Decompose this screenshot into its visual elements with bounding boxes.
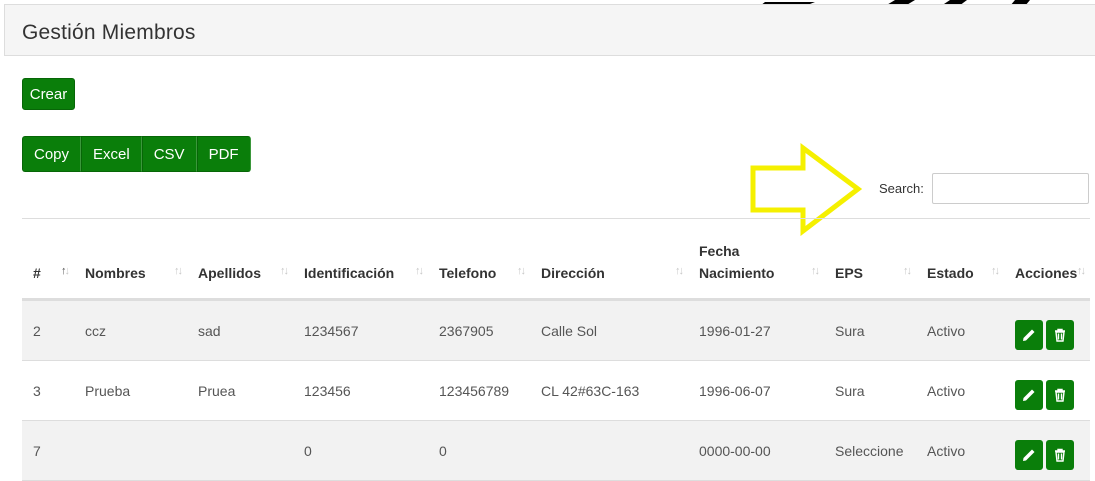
- cell-number: 7: [22, 420, 74, 481]
- cell-direccion: [530, 420, 688, 481]
- cell-identificacion: 123456: [293, 360, 428, 421]
- sort-icon: ↑↓: [811, 265, 820, 277]
- search-input[interactable]: [932, 173, 1089, 204]
- col-header-nombres[interactable]: Nombres ↑↓: [74, 219, 187, 301]
- edit-button[interactable]: [1015, 379, 1043, 410]
- trash-icon: [1055, 388, 1065, 402]
- sort-icon: ↑↓: [280, 265, 289, 277]
- cell-nombres: [74, 420, 187, 481]
- col-header-estado[interactable]: Estado ↑↓: [916, 219, 1004, 301]
- col-header-telefono[interactable]: Telefono ↑↓: [428, 219, 530, 301]
- cell-acciones: [1004, 299, 1090, 361]
- cell-fecha-nacimiento: 1996-06-07: [688, 360, 824, 421]
- sort-icon: ↑↓: [675, 265, 684, 277]
- pencil-icon: [1023, 389, 1035, 401]
- pencil-icon: [1023, 329, 1035, 341]
- table-row: 7 0 0 0000-00-00 Seleccione Activo: [22, 420, 1090, 481]
- edit-button[interactable]: [1015, 439, 1043, 470]
- cell-apellidos: [187, 420, 293, 481]
- table-row: 2 ccz sad 1234567 2367905 Calle Sol 1996…: [22, 299, 1090, 361]
- sort-icon: ↑↓: [61, 265, 70, 277]
- cell-fecha-nacimiento: 0000-00-00: [688, 420, 824, 481]
- cell-apellidos: Pruea: [187, 360, 293, 421]
- cell-eps: Sura: [824, 360, 916, 421]
- search-label: Search:: [879, 181, 924, 196]
- csv-button[interactable]: CSV: [141, 136, 197, 172]
- trash-icon: [1055, 448, 1065, 462]
- cell-estado: Activo: [916, 299, 1004, 361]
- col-header-apellidos[interactable]: Apellidos ↑↓: [187, 219, 293, 301]
- cell-identificacion: 0: [293, 420, 428, 481]
- cell-acciones: [1004, 420, 1090, 481]
- delete-button[interactable]: [1046, 379, 1074, 410]
- cell-apellidos: sad: [187, 299, 293, 361]
- pdf-button[interactable]: PDF: [196, 136, 251, 172]
- col-header-acciones[interactable]: Acciones ↑↓: [1004, 219, 1090, 301]
- trash-icon: [1055, 328, 1065, 342]
- table-header-row: # ↑↓ Nombres ↑↓ Apellidos ↑↓ Identificación…: [22, 219, 1090, 301]
- col-header-identificacion[interactable]: Identificación ↑↓: [293, 219, 428, 301]
- cell-telefono: 0: [428, 420, 530, 481]
- col-header-direccion[interactable]: Dirección ↑↓: [530, 219, 688, 301]
- table-row: 3 Prueba Pruea 123456 123456789 CL 42#63…: [22, 360, 1090, 421]
- cell-estado: Activo: [916, 420, 1004, 481]
- cell-number: 2: [22, 299, 74, 361]
- export-buttons: Copy Excel CSV PDF: [22, 136, 251, 172]
- cell-eps: Seleccione: [824, 420, 916, 481]
- sort-icon: ↑↓: [174, 265, 183, 277]
- cell-fecha-nacimiento: 1996-01-27: [688, 299, 824, 361]
- excel-button[interactable]: Excel: [81, 136, 142, 172]
- cell-telefono: 2367905: [428, 299, 530, 361]
- cell-nombres: Prueba: [74, 360, 187, 421]
- pencil-icon: [1023, 449, 1035, 461]
- members-table: # ↑↓ Nombres ↑↓ Apellidos ↑↓ Identificación…: [22, 219, 1090, 481]
- cell-acciones: [1004, 360, 1090, 421]
- cell-direccion: CL 42#63C-163: [530, 360, 688, 421]
- cell-eps: Sura: [824, 299, 916, 361]
- delete-button[interactable]: [1046, 319, 1074, 350]
- sort-icon: ↑↓: [415, 265, 424, 277]
- col-header-fecha-nacimiento[interactable]: Fecha Nacimiento ↑↓: [688, 219, 824, 301]
- cell-telefono: 123456789: [428, 360, 530, 421]
- cell-identificacion: 1234567: [293, 299, 428, 361]
- cell-direccion: Calle Sol: [530, 299, 688, 361]
- create-button[interactable]: Crear: [22, 78, 75, 110]
- col-header-number[interactable]: # ↑↓: [22, 219, 74, 301]
- sort-icon: ↑↓: [1077, 265, 1086, 277]
- sort-icon: ↑↓: [991, 265, 1000, 277]
- page-title: Gestión Miembros: [22, 21, 196, 44]
- cell-estado: Activo: [916, 360, 1004, 421]
- col-header-eps[interactable]: EPS ↑↓: [824, 219, 916, 301]
- sort-icon: ↑↓: [517, 265, 526, 277]
- edit-button[interactable]: [1015, 319, 1043, 350]
- copy-button[interactable]: Copy: [22, 136, 82, 172]
- sort-icon: ↑↓: [903, 265, 912, 277]
- panel-header: Gestión Miembros: [4, 4, 1095, 56]
- delete-button[interactable]: [1046, 439, 1074, 470]
- cell-nombres: ccz: [74, 299, 187, 361]
- cell-number: 3: [22, 360, 74, 421]
